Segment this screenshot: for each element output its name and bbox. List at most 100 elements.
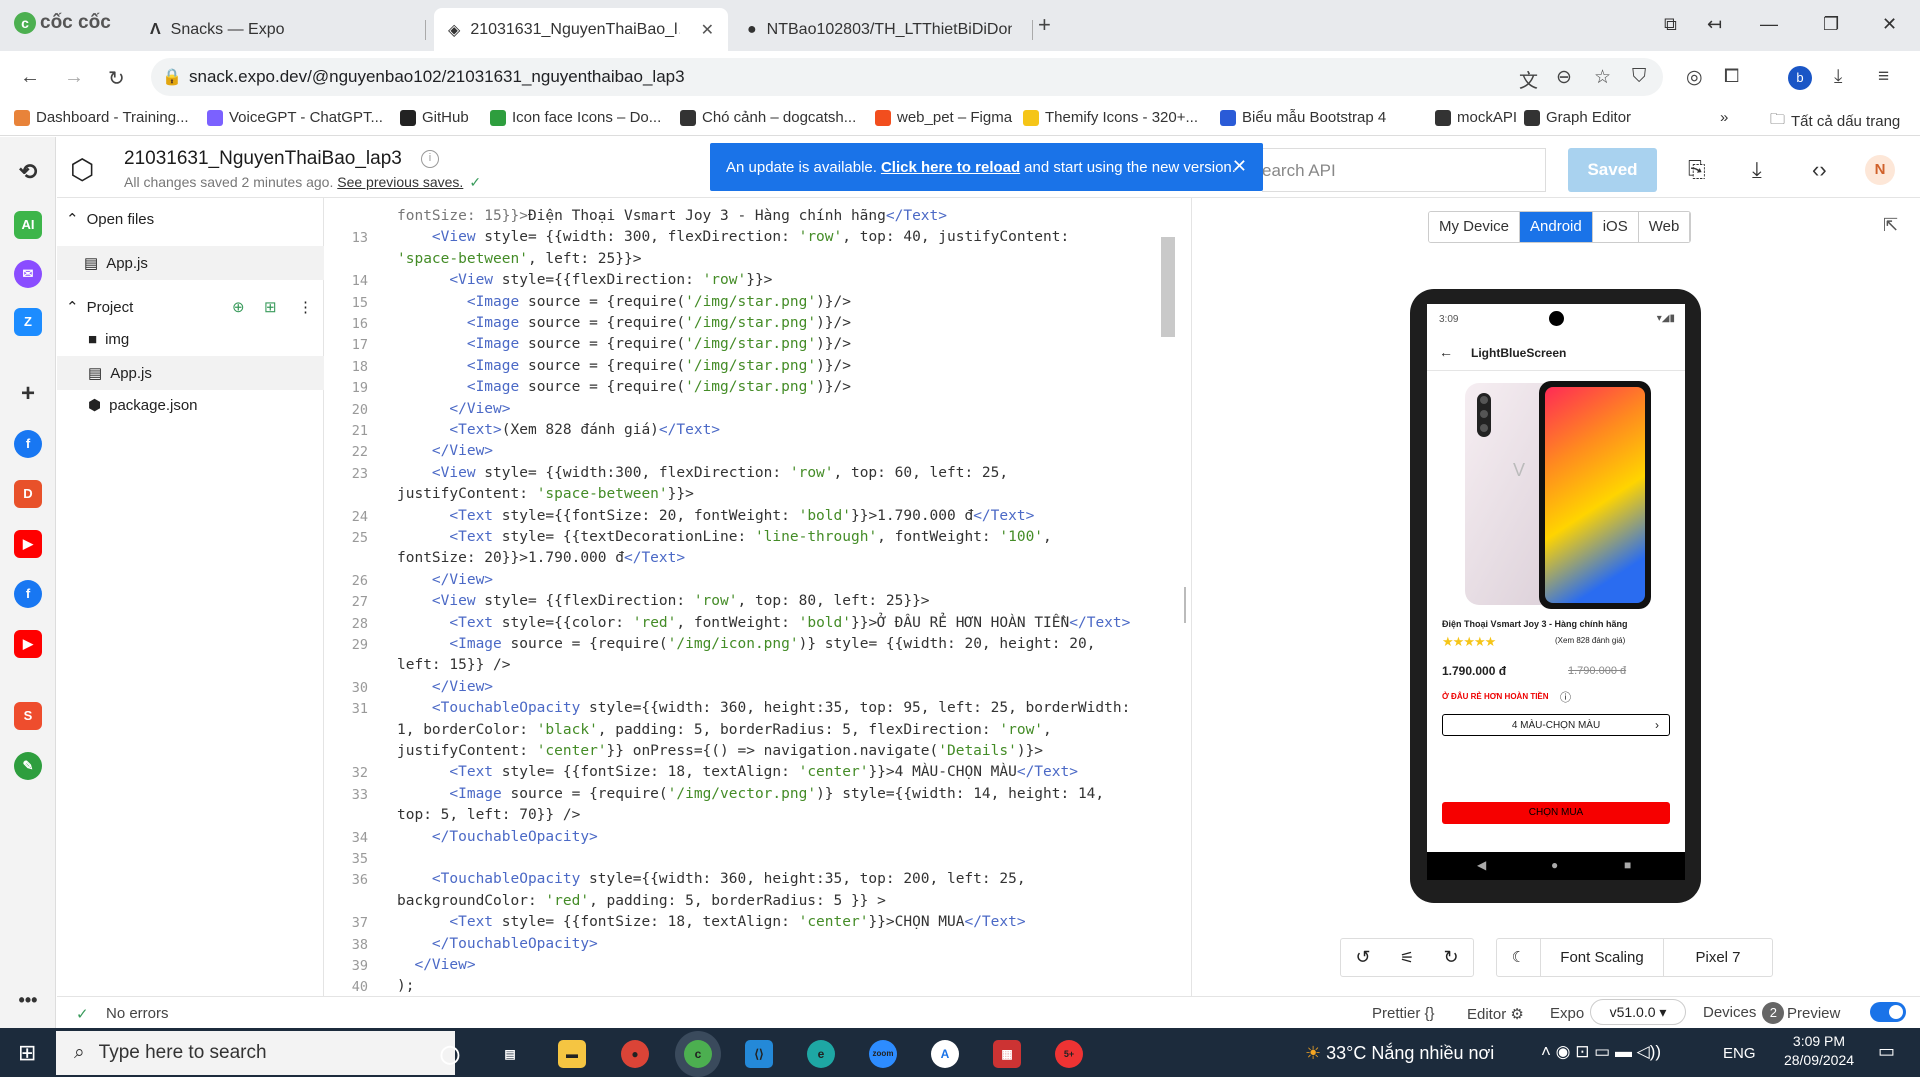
export-icon[interactable]: ⎘	[1688, 157, 1706, 183]
code-line[interactable]: top: 5, left: 70}} />	[397, 807, 580, 823]
tray-icons[interactable]: ˄ ◉ ⊡ ▭ ▬ ◁))	[1541, 1042, 1661, 1062]
code-line[interactable]: <Image source = {require('/img/icon.png'…	[397, 636, 1095, 652]
code-line[interactable]: </View>	[397, 401, 510, 417]
vscode-icon[interactable]: ⟨⟩	[745, 1040, 773, 1068]
code-line[interactable]: );	[397, 978, 414, 994]
buy-button[interactable]: CHỌN MUA	[1442, 802, 1670, 824]
code-line[interactable]: backgroundColor: 'red', padding: 5, bord…	[397, 893, 886, 909]
code-line[interactable]: left: 15}} />	[397, 657, 511, 673]
url-text[interactable]: snack.expo.dev/@nguyenbao102/21031631_ng…	[189, 67, 685, 87]
windows-start-icon[interactable]: ⊞	[18, 1040, 36, 1066]
back-arrow-icon[interactable]: ←	[1439, 344, 1453, 360]
new-file-icon[interactable]: ⊕	[232, 298, 245, 316]
forward-icon[interactable]: →	[64, 66, 84, 89]
code-line[interactable]: justifyContent: 'center'}} onPress={() =…	[397, 743, 1043, 759]
see-previous-saves-link[interactable]: See previous saves.	[337, 174, 463, 190]
reload-icon[interactable]: ↺	[1341, 947, 1385, 968]
code-line[interactable]: <Image source = {require('/img/star.png'…	[397, 358, 851, 374]
user-avatar[interactable]: N	[1865, 155, 1895, 185]
file-explorer-icon[interactable]: ▬	[558, 1040, 586, 1068]
code-line[interactable]: <TouchableOpacity style={{width: 360, he…	[397, 871, 1026, 887]
code-line[interactable]: 'space-between', left: 25}}>	[397, 251, 641, 267]
code-line[interactable]: justifyContent: 'space-between'}}>	[397, 486, 694, 502]
extensions-icon[interactable]: ⧠	[1724, 66, 1739, 88]
language-indicator[interactable]: ENG	[1723, 1045, 1756, 1062]
code-line[interactable]: <Text style={{color: 'red', fontWeight: …	[397, 615, 1130, 631]
help-icon[interactable]: ⓘ	[1560, 689, 1571, 705]
more-icon[interactable]: •••	[14, 986, 42, 1014]
profile-avatar[interactable]: b	[1788, 66, 1812, 90]
code-line[interactable]: <Text>(Xem 828 đánh giá)</Text>	[397, 422, 720, 438]
back-history-icon[interactable]: ↤	[1707, 14, 1722, 35]
device-tab[interactable]: My Device	[1429, 212, 1521, 242]
zalo-icon[interactable]: Z	[14, 308, 42, 336]
editor-scrollbar[interactable]	[1161, 237, 1175, 337]
code-line[interactable]: </View>	[397, 957, 475, 973]
project-item-img[interactable]: ■ img	[88, 331, 129, 348]
sdk-version-select[interactable]: v51.0.0 ▾	[1590, 999, 1686, 1025]
code-line[interactable]: <TouchableOpacity style={{width: 360, he…	[397, 700, 1130, 716]
compass-icon[interactable]: ◎	[1686, 66, 1703, 89]
lock-icon[interactable]: 🔒	[162, 67, 182, 87]
shopee-icon[interactable]: S	[14, 702, 42, 730]
panel-resize-handle[interactable]	[1184, 587, 1186, 623]
messenger-icon[interactable]: ✉	[14, 260, 42, 288]
bookmark-item[interactable]: GitHub	[400, 109, 469, 126]
notifications-icon[interactable]: ▭	[1878, 1041, 1895, 1062]
clock[interactable]: 3:09 PM 28/09/2024	[1783, 1033, 1855, 1068]
dark-mode-icon[interactable]: ☾	[1497, 939, 1541, 976]
code-line[interactable]: </TouchableOpacity>	[397, 936, 598, 952]
settings-sliders-icon[interactable]: ⚟	[1385, 948, 1429, 968]
translate-icon[interactable]: 文	[1519, 66, 1538, 93]
app-icon[interactable]: ▦	[993, 1040, 1021, 1068]
bookmark-item[interactable]: Dashboard - Training...	[14, 109, 189, 126]
code-line[interactable]: <Image source = {require('/img/vector.pn…	[397, 786, 1104, 802]
device-tab[interactable]: Web	[1638, 212, 1691, 242]
minimize-icon[interactable]: —	[1760, 14, 1778, 35]
widgets-icon[interactable]: ▤	[496, 1040, 524, 1068]
error-status[interactable]: No errors	[106, 1005, 169, 1022]
bookmark-star-icon[interactable]: ☆	[1594, 66, 1611, 89]
choose-color-button[interactable]: 4 MÀU-CHỌN MÀU ›	[1442, 714, 1670, 736]
open-files-header[interactable]: ⌃ Open files	[66, 210, 154, 229]
code-line[interactable]: <Image source = {require('/img/star.png'…	[397, 379, 851, 395]
close-tab-icon[interactable]: ✕	[701, 20, 714, 40]
font-scaling-button[interactable]: Font Scaling	[1541, 939, 1664, 976]
tab-snacks-expo[interactable]: Λ Snacks — Expo	[136, 8, 426, 51]
device-tab[interactable]: Android	[1520, 212, 1593, 242]
open-file-app-js[interactable]: ▤ App.js	[84, 254, 148, 273]
code-line[interactable]: <Image source = {require('/img/star.png'…	[397, 336, 851, 352]
search-api-input[interactable]: earch API	[1262, 148, 1546, 192]
embed-code-icon[interactable]: ‹›	[1812, 157, 1827, 183]
reload-icon[interactable]: ↻	[108, 66, 125, 91]
nav-recents-icon[interactable]: ■	[1624, 858, 1631, 872]
shield-icon[interactable]: ⛉	[1632, 66, 1646, 88]
code-line[interactable]: </View>	[397, 443, 493, 459]
tab-snack-project[interactable]: ◈ 21031631_NguyenThaiBao_l… ✕	[434, 8, 728, 51]
info-icon[interactable]: i	[421, 150, 439, 168]
code-line[interactable]: <Text style={{fontSize: 20, fontWeight: …	[397, 508, 1034, 524]
project-header[interactable]: ⌃ Project	[66, 298, 133, 317]
chevron-right-icon[interactable]: »	[1720, 109, 1728, 126]
reload-link[interactable]: Click here to reload	[881, 159, 1020, 176]
facebook-icon[interactable]: f	[14, 430, 42, 458]
new-folder-icon[interactable]: ⊞	[264, 298, 277, 316]
nav-home-icon[interactable]: ●	[1551, 858, 1558, 872]
coccoc-icon[interactable]: c	[684, 1040, 712, 1068]
code-line[interactable]: 1, borderColor: 'black', padding: 5, bor…	[397, 722, 1052, 738]
devices-button[interactable]: Devices 2	[1703, 1002, 1785, 1024]
code-line[interactable]: <View style= {{width: 300, flexDirection…	[397, 229, 1069, 245]
project-item-package-json[interactable]: ⬢ package.json	[88, 396, 198, 415]
facebook-icon[interactable]: f	[14, 580, 42, 608]
preview-toggle[interactable]	[1870, 1002, 1906, 1022]
app-icon[interactable]: A	[931, 1040, 959, 1068]
editor-settings-button[interactable]: Editor ⚙	[1467, 1005, 1524, 1023]
ai-icon[interactable]: AI	[14, 211, 42, 239]
popout-icon[interactable]: ⇱	[1883, 215, 1898, 236]
code-line[interactable]: </TouchableOpacity>	[397, 829, 598, 845]
maximize-icon[interactable]: ❐	[1823, 14, 1839, 35]
saved-button[interactable]: Saved	[1568, 148, 1657, 192]
bookmark-item[interactable]: mockAPI	[1435, 109, 1517, 126]
code-editor[interactable]: fontSize: 15}}>Điện Thoại Vsmart Joy 3 -…	[324, 198, 1190, 996]
project-item-app-js[interactable]: ▤ App.js	[88, 364, 152, 383]
